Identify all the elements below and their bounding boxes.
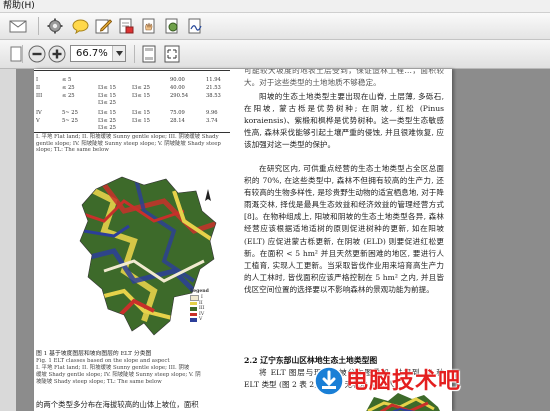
right-column-paragraph: 在研究区内, 可供重点经营的生态土地类型占全区总面积的 70%, 在这些类型中,… <box>244 164 444 294</box>
table-note: I. 平地 Flat land; II. 阳坡缓坡 Sunny gentle s… <box>36 134 221 154</box>
comment-icon[interactable] <box>70 16 90 36</box>
map-legend: Legend I II III IV V <box>190 289 209 323</box>
table-cell: 11.94 <box>206 77 221 83</box>
single-page-icon[interactable] <box>139 44 159 64</box>
sign-icon[interactable] <box>185 16 205 36</box>
table-cell: I3≤ 15 <box>98 93 116 99</box>
table-cell: V <box>36 118 40 124</box>
table-cell: I3≤ 25 <box>98 100 116 106</box>
figure-caption-line: I. 平地 Flat land; II. 阳坡缓坡 Sunny gentle s… <box>36 365 190 371</box>
table-cell: ≤ 5 <box>62 77 72 83</box>
table-cell: I3≤ 15 <box>98 85 116 91</box>
table-cell: 3.74 <box>206 118 218 124</box>
table-cell: 9.96 <box>206 110 218 116</box>
table-cell: I3≤ 15 <box>132 118 150 124</box>
page-thumbnail-icon[interactable] <box>6 44 26 64</box>
ecological-map-figure: Legend I II III IV V <box>74 171 224 351</box>
hand-icon[interactable] <box>139 16 159 36</box>
table-cell: I3≤ 15 <box>132 93 150 99</box>
figure-caption-title: 图 1 基于坡度图层和坡向图层的 ELT 分类图 <box>36 351 152 357</box>
table-cell: IV <box>36 110 42 116</box>
figure-caption-en-title: Fig. 1 ELT classes based on the slope an… <box>36 358 170 364</box>
toolbar-separator <box>22 45 23 63</box>
table-cell: I3≤ 25 <box>132 85 150 91</box>
toolbar-primary <box>0 13 550 40</box>
right-column-top-line: 可能较大坡度的地表土层受到，保证造林工程…，面积较大。对于这些类型的土地地质不够… <box>244 69 444 88</box>
table-cell: 75.09 <box>170 110 185 116</box>
toolbar-separator <box>134 45 135 63</box>
left-column-text: 的两个类型多分布在海拔较高的山体上坡位，面积 <box>36 400 199 409</box>
watermark-logo-icon <box>314 366 344 396</box>
elt-classification-map <box>79 176 217 336</box>
watermark-text: 电脑技术吧 <box>346 369 462 394</box>
edit-icon[interactable] <box>93 16 113 36</box>
table-cell: I <box>36 77 39 83</box>
menu-help[interactable]: 帮助(H) <box>3 0 35 12</box>
navigation-pane-strip[interactable] <box>0 69 16 411</box>
table-rule <box>34 70 230 71</box>
north-arrow <box>205 189 211 201</box>
legend-title: Legend <box>190 289 209 294</box>
table-cell: 21.53 <box>206 85 221 91</box>
legend-item: V <box>190 317 209 323</box>
figure-caption-line: 坡陡坡 Shady steep slope; TL: The same belo… <box>36 379 162 385</box>
zoom-level-select[interactable]: 66.7% <box>70 45 126 62</box>
table-cell: 290.54 <box>170 93 189 99</box>
zoom-level-value[interactable]: 66.7% <box>76 46 108 61</box>
figure-caption-line: 缓坡 Shady gentle slope; IV. 阳坡陡坡 Sunny st… <box>36 372 201 378</box>
table-cell: I3≤ 15 <box>98 110 116 116</box>
menu-bar: 帮助(H) <box>0 0 550 13</box>
zoom-out-icon[interactable] <box>27 44 47 64</box>
table-cell: ≤ 25 <box>62 93 75 99</box>
toolbar-view: 66.7% <box>0 40 550 69</box>
toolbar-separator <box>38 17 39 35</box>
table-cell: III <box>36 93 43 99</box>
scan-icon[interactable] <box>162 16 182 36</box>
table-cell: I3≤ 25 <box>98 125 116 131</box>
settings-icon[interactable] <box>45 16 65 36</box>
zoom-in-icon[interactable] <box>47 44 67 64</box>
table-cell: I3≤ 15 <box>132 110 150 116</box>
table-cell: 5~ 25 <box>62 110 78 116</box>
mail-icon[interactable] <box>8 16 28 36</box>
chevron-down-icon[interactable] <box>112 46 125 61</box>
table-cell: II <box>36 85 41 91</box>
table-cell: 38.53 <box>206 93 221 99</box>
fit-page-icon[interactable] <box>162 44 182 64</box>
table-cell: 28.14 <box>170 118 185 124</box>
table-rule <box>34 132 230 133</box>
document-icon[interactable] <box>116 16 136 36</box>
table-cell: 40.00 <box>170 85 185 91</box>
table-cell: I3≤ 25 <box>98 118 116 124</box>
table-cell: ≤ 25 <box>62 85 75 91</box>
watermark: 电脑技术吧 <box>312 360 544 402</box>
table-cell: 5~ 25 <box>62 118 78 124</box>
right-column-paragraph: 阳坡的生态土地类型主要出现在山脊, 土层薄, 多砾石, 在阳坡, 蒙古栎是优势树… <box>244 92 444 150</box>
table-cell: 90.00 <box>170 77 185 83</box>
